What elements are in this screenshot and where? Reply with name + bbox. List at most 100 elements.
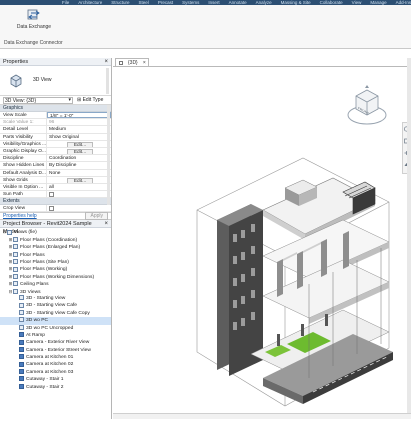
property-row: Show Hidden Lines By Discipline	[0, 162, 111, 170]
property-value[interactable]: Medium	[47, 126, 111, 132]
browser-item-label: Floor Plans (Site Plan)	[20, 260, 69, 265]
checkbox[interactable]	[49, 206, 54, 212]
viewcube[interactable]: FRONT	[345, 84, 389, 128]
property-row: Crop View	[0, 205, 111, 213]
property-value[interactable]: Show Original	[47, 134, 111, 140]
group-graphics[interactable]: Graphics	[0, 105, 111, 112]
property-name: Visible In Option ...	[0, 183, 47, 191]
browser-item[interactable]: Camera - Exterior River View	[0, 339, 111, 346]
browser-item-label: Camera - Exterior Street View	[26, 347, 91, 353]
left-column: Properties × 3D View 3D View: {3D} ⊞ Edi…	[0, 58, 112, 419]
browser-item[interactable]: ⊞ Floor Plans (Enlarged Plan)	[0, 243, 111, 250]
checkbox[interactable]	[49, 192, 54, 198]
browser-item[interactable]: ⊞ Floor Plans (Working Dimensions)	[0, 273, 111, 280]
view-icon	[13, 281, 18, 287]
view-icon	[13, 251, 18, 257]
group-extents[interactable]: Extents	[0, 198, 111, 206]
view-tab[interactable]: {3D} ×	[115, 58, 149, 66]
browser-item[interactable]: Cutaway - Stair 2	[0, 383, 111, 391]
browser-item[interactable]: ⊞ Floor Plans (Site Plan)	[0, 258, 111, 265]
instance-select[interactable]: 3D View: {3D}	[3, 96, 73, 104]
property-row: View Scale 1/8" = 1'-0"	[0, 112, 111, 120]
camera-view-icon	[19, 346, 24, 352]
properties-scrollbar[interactable]	[107, 105, 110, 205]
close-icon[interactable]: ×	[104, 220, 108, 228]
browser-item[interactable]: ⊟ Views (fie)	[0, 228, 111, 235]
browser-item-label: Ceiling Plans	[20, 282, 49, 288]
browser-item-label: Floor Plans (Enlarged Plan)	[20, 245, 81, 251]
browser-item[interactable]: Camera at Kitchen 03	[0, 369, 111, 376]
browser-item[interactable]: Camera - Exterior Street View	[0, 346, 111, 354]
3d-viewport[interactable]: {3D} × FRONT	[113, 58, 411, 419]
property-name: Discipline	[0, 155, 47, 162]
property-row: Detail Level Medium	[0, 126, 111, 134]
browser-item-label: Views (fie)	[14, 230, 37, 236]
property-value[interactable]: None	[47, 170, 111, 176]
edit-button[interactable]: Edit...	[47, 177, 111, 183]
type-selector[interactable]: 3D View	[0, 66, 111, 96]
type-scrollbar[interactable]	[106, 68, 109, 94]
data-exchange-label: Data Exchange	[16, 24, 52, 30]
properties-help-link[interactable]: Properties help	[3, 213, 37, 219]
property-row: Graphic Display O... Edit...	[0, 147, 111, 156]
browser-item-label: Floor Plans (Coordination)	[20, 237, 78, 243]
browser-item-label: Cutaway - Stair 2	[26, 384, 64, 390]
edit-type-icon: ⊞	[77, 97, 82, 103]
browser-item[interactable]: ⊞ Floor Plans (Working)	[0, 265, 111, 272]
browser-item[interactable]: ⊞ Floor Plans (Coordination)	[0, 236, 111, 243]
edit-button-label[interactable]: Edit...	[66, 148, 94, 155]
apply-button[interactable]: Apply	[85, 212, 108, 221]
edit-button[interactable]: Edit...	[47, 141, 111, 147]
browser-item[interactable]: ⊞ Ceiling Plans	[0, 280, 111, 287]
properties-footer: Properties help Apply	[0, 212, 111, 221]
browser-item[interactable]: ⊞ Floor Plans	[0, 251, 111, 258]
property-checkbox[interactable]	[47, 205, 111, 212]
property-checkbox[interactable]	[47, 191, 111, 198]
browser-item[interactable]: 3D - Starting View Cafe	[0, 302, 111, 309]
property-value[interactable]: 96	[47, 119, 111, 125]
property-value[interactable]: By Discipline	[47, 162, 111, 168]
browser-item[interactable]: 3D - Starting View	[0, 295, 111, 302]
browser-item[interactable]: 3D wo PC Uncropped	[0, 324, 111, 332]
property-row: Parts Visibility Show Original	[0, 133, 111, 141]
building-model[interactable]	[193, 138, 393, 428]
property-name: Crop View	[0, 205, 47, 212]
camera-view-icon	[19, 369, 24, 375]
property-row: Sun Path	[0, 191, 111, 199]
property-row: Scale Value 1: 96	[0, 119, 111, 127]
property-value[interactable]: Coordination	[47, 155, 111, 161]
browser-item[interactable]: 3D wo PC	[0, 317, 111, 325]
edit-button[interactable]: Edit...	[47, 148, 111, 155]
view-icon	[13, 266, 18, 272]
browser-item[interactable]: Camera at Kitchen 01	[0, 354, 111, 361]
edit-button-label[interactable]: Edit...	[66, 177, 94, 183]
viewport-scrollbar[interactable]	[407, 58, 411, 419]
edit-button-label[interactable]: Edit...	[66, 141, 94, 147]
property-value[interactable]: 1/8" = 1'-0"	[47, 112, 111, 119]
camera-view-icon	[19, 354, 24, 360]
browser-item-label: 3D - Starting View Cafe Copy	[26, 310, 90, 316]
view-icon	[19, 302, 24, 308]
data-exchange-button[interactable]: Data Exchange	[14, 8, 54, 30]
close-icon[interactable]: ×	[104, 58, 108, 66]
3d-view-icon	[10, 74, 22, 88]
browser-item[interactable]: Camera at Kitchen 02	[0, 361, 111, 368]
property-name: Sun Path	[0, 191, 47, 198]
edit-type-button[interactable]: ⊞ Edit Type	[77, 97, 103, 103]
browser-item-label: 3D - Starting View	[26, 295, 66, 301]
browser-item-label: Floor Plans	[20, 252, 45, 258]
property-value[interactable]: all	[47, 184, 111, 190]
browser-item-label: 3D wo PC	[26, 318, 49, 324]
browser-item[interactable]: Cutaway - Stair 1	[0, 376, 111, 383]
browser-item[interactable]: At Ramp	[0, 332, 111, 339]
property-name: Show Hidden Lines	[0, 162, 47, 169]
browser-item[interactable]: 3D - Starting View Cafe Copy	[0, 309, 111, 317]
properties-title: Properties	[3, 59, 29, 65]
browser-item[interactable]: ⊟ 3D Views	[0, 288, 111, 295]
view-icon	[13, 273, 18, 279]
view-icon	[13, 288, 18, 294]
view-icon	[19, 309, 24, 315]
ribbon-panel-label: Data Exchange Connector	[4, 40, 63, 46]
property-row: Visibility/Graphics ... Edit...	[0, 140, 111, 148]
camera-view-icon	[19, 376, 24, 382]
